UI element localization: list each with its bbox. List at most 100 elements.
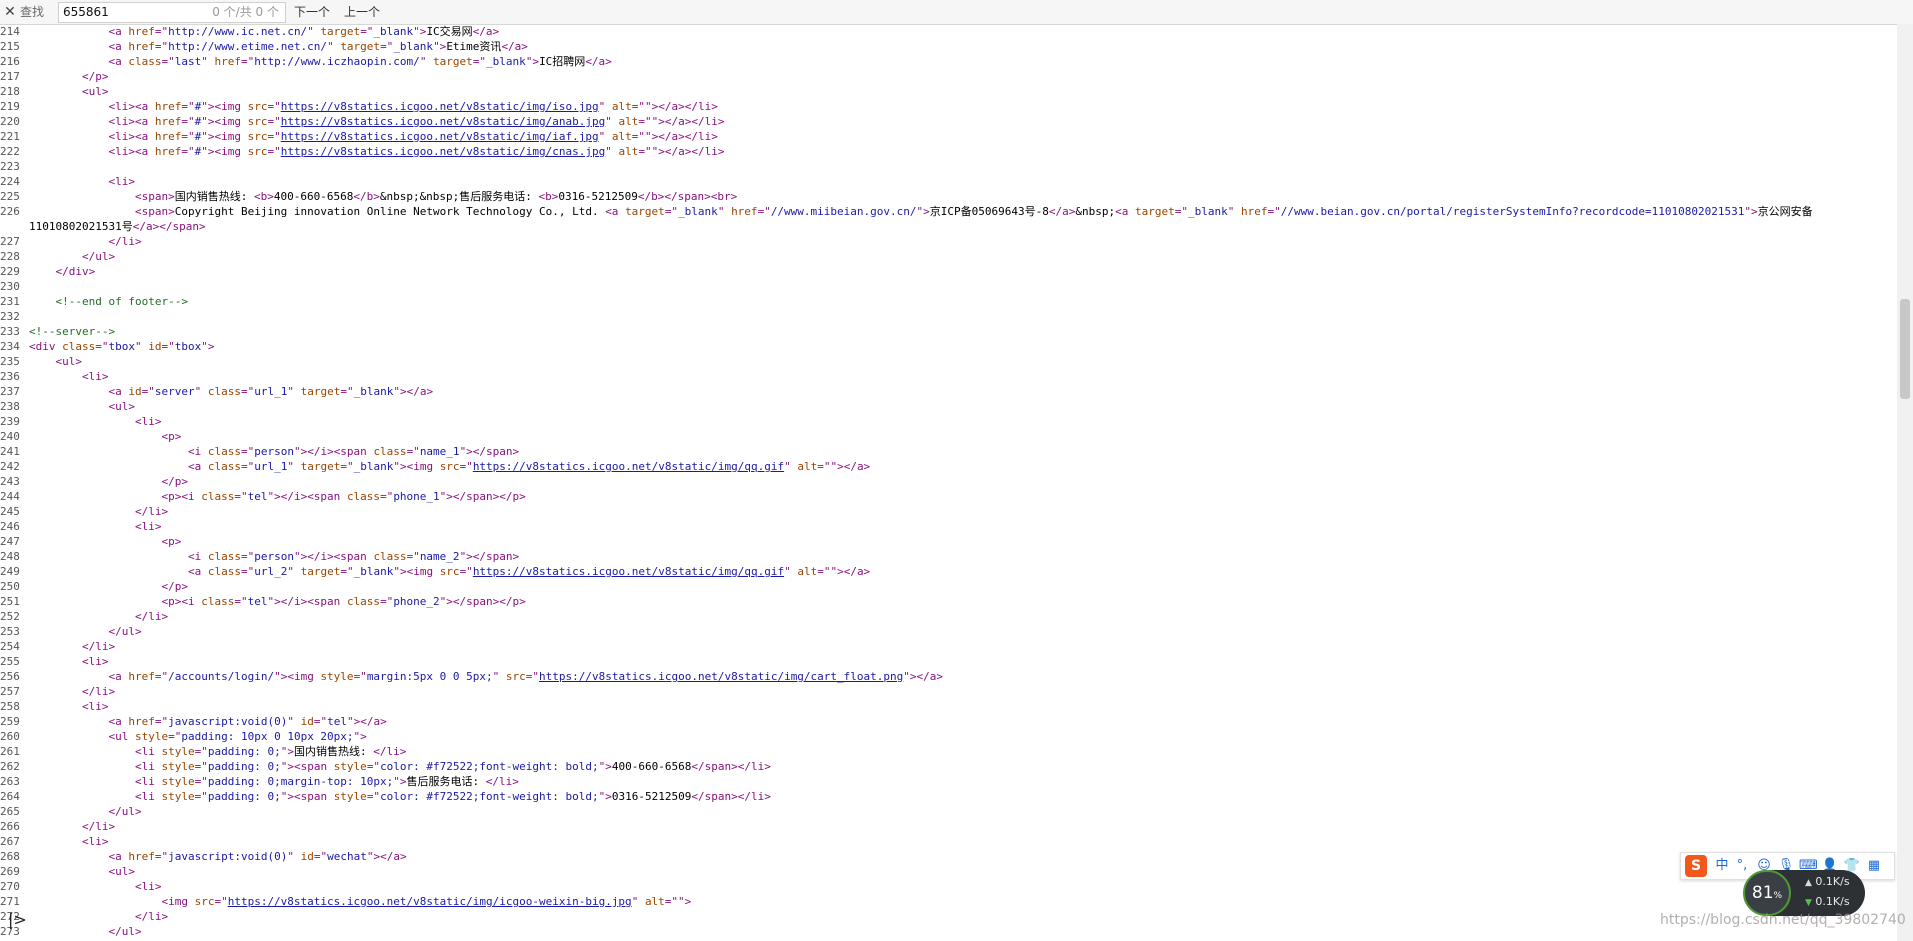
source-link[interactable]: https://v8statics.icgoo.net/v8static/img… [228, 895, 632, 908]
code-token: 售后服务电话: [406, 775, 486, 788]
scrollbar-thumb[interactable] [1900, 299, 1910, 399]
ime-mode-toggle[interactable]: 中 [1713, 856, 1731, 876]
code-token: phone_1 [393, 490, 440, 503]
code-token: style [161, 760, 195, 773]
line-number: 266 [0, 820, 20, 833]
line-number: 229 [0, 265, 20, 278]
code-token: target [433, 55, 473, 68]
code-token: " [784, 565, 798, 578]
source-link[interactable]: https://v8statics.icgoo.net/v8static/img… [281, 115, 606, 128]
find-input[interactable]: 655861 0 个/共 0 个 [58, 2, 286, 23]
code-token: 0316-5212509 [558, 190, 638, 203]
code-token: style [161, 790, 195, 803]
source-line: 249 <a class="url_2" target="_blank"><im… [0, 564, 1900, 579]
code-token: <b> [538, 190, 559, 203]
line-number: 236 [0, 370, 20, 383]
code-token: <ul [108, 730, 135, 743]
vertical-scrollbar[interactable] [1897, 24, 1913, 941]
source-line: 236 <li> [0, 369, 1900, 384]
code-token: =" [154, 25, 169, 38]
source-line: 244 <p><i class="tel"></i><span class="p… [0, 489, 1900, 504]
line-number: 252 [0, 610, 20, 623]
source-line: 273 </ul> [0, 924, 1900, 939]
source-code-view[interactable]: 214 <a href="http://www.ic.net.cn/" targ… [0, 24, 1900, 941]
code-token: =" [353, 670, 367, 683]
source-link[interactable]: https://v8statics.icgoo.net/v8static/img… [473, 460, 784, 473]
code-token: =" [1174, 205, 1188, 218]
source-line: 225 <span>国内销售热线: <b>400-660-6568</b>&nb… [0, 189, 1900, 204]
code-token: phone_2 [393, 595, 440, 608]
punctuation-icon[interactable]: °, [1733, 856, 1751, 876]
code-token: <a [108, 385, 129, 398]
source-line: 217 </p> [0, 69, 1900, 84]
code-token: <!--server--> [29, 325, 116, 338]
code-token: <li><a [108, 145, 155, 158]
usage-percent-unit: % [1773, 891, 1783, 901]
sidebar-toggle-icon[interactable]: |> [8, 910, 27, 930]
code-token: " [135, 340, 149, 353]
line-number: 270 [0, 880, 20, 893]
code-token: href [154, 100, 182, 113]
sogou-logo-icon[interactable]: S [1685, 855, 1707, 877]
source-line: 229 </div> [0, 264, 1900, 279]
find-next-button[interactable]: 下一个 [294, 0, 330, 24]
source-line: 261 <li style="padding: 0;">国内销售热线: </li… [0, 744, 1900, 759]
line-content: <span>Copyright Beijing innovation Onlin… [29, 204, 1819, 234]
source-line: 265 </ul> [0, 804, 1900, 819]
cpu-usage-gauge: 81% [1743, 870, 1791, 916]
line-number: 230 [0, 280, 20, 293]
code-token: " [492, 670, 506, 683]
code-token: </li> [134, 910, 169, 923]
line-number: 255 [0, 655, 20, 668]
code-token: </b></span><br> [637, 190, 738, 203]
code-token: url_2 [254, 565, 288, 578]
source-line: 228 </ul> [0, 249, 1900, 264]
code-token: </p> [81, 70, 109, 83]
network-monitor-widget[interactable]: 81% ▲ 0.1K/s ▼ 0.1K/s [1743, 870, 1865, 916]
line-content: <li style="padding: 0;margin-top: 10px;"… [29, 774, 519, 789]
code-token: " [631, 895, 645, 908]
line-number: 254 [0, 640, 20, 653]
code-token: =" [380, 490, 394, 503]
line-content: </li> [29, 639, 115, 654]
code-token: class [207, 565, 241, 578]
code-token: class [207, 460, 241, 473]
source-link[interactable]: https://v8statics.icgoo.net/v8static/img… [473, 565, 784, 578]
usage-percent: 81 [1751, 883, 1774, 903]
source-line: 268 <a href="javascript:void(0)" id="wec… [0, 849, 1900, 864]
code-token: <img [161, 895, 195, 908]
line-content: </ul> [29, 249, 115, 264]
line-number: 232 [0, 310, 20, 323]
line-number: 244 [0, 490, 20, 503]
code-token: <li> [134, 415, 162, 428]
code-token: =" [525, 670, 540, 683]
line-number: 214 [0, 25, 20, 38]
grid-icon[interactable]: ▦ [1865, 856, 1883, 876]
source-link[interactable]: https://v8statics.icgoo.net/v8static/img… [281, 100, 599, 113]
line-number: 227 [0, 235, 20, 248]
close-icon[interactable]: ✕ [2, 0, 18, 24]
code-token: </span></li> [691, 790, 771, 803]
code-token: _blank [353, 565, 394, 578]
line-number: 265 [0, 805, 20, 818]
find-prev-button[interactable]: 上一个 [344, 0, 380, 24]
line-number: 234 [0, 340, 20, 353]
code-token: =""></a> [817, 460, 871, 473]
line-number: 250 [0, 580, 20, 593]
code-token: =" [240, 460, 255, 473]
source-link[interactable]: https://v8statics.icgoo.net/v8static/img… [539, 670, 903, 683]
source-link[interactable]: https://v8statics.icgoo.net/v8static/img… [281, 130, 599, 143]
code-token: =""></a></li> [631, 130, 718, 143]
source-line: 270 <li> [0, 879, 1900, 894]
code-token: id [300, 715, 314, 728]
source-link[interactable]: https://v8statics.icgoo.net/v8static/img… [281, 145, 606, 158]
code-token: =" [95, 340, 109, 353]
